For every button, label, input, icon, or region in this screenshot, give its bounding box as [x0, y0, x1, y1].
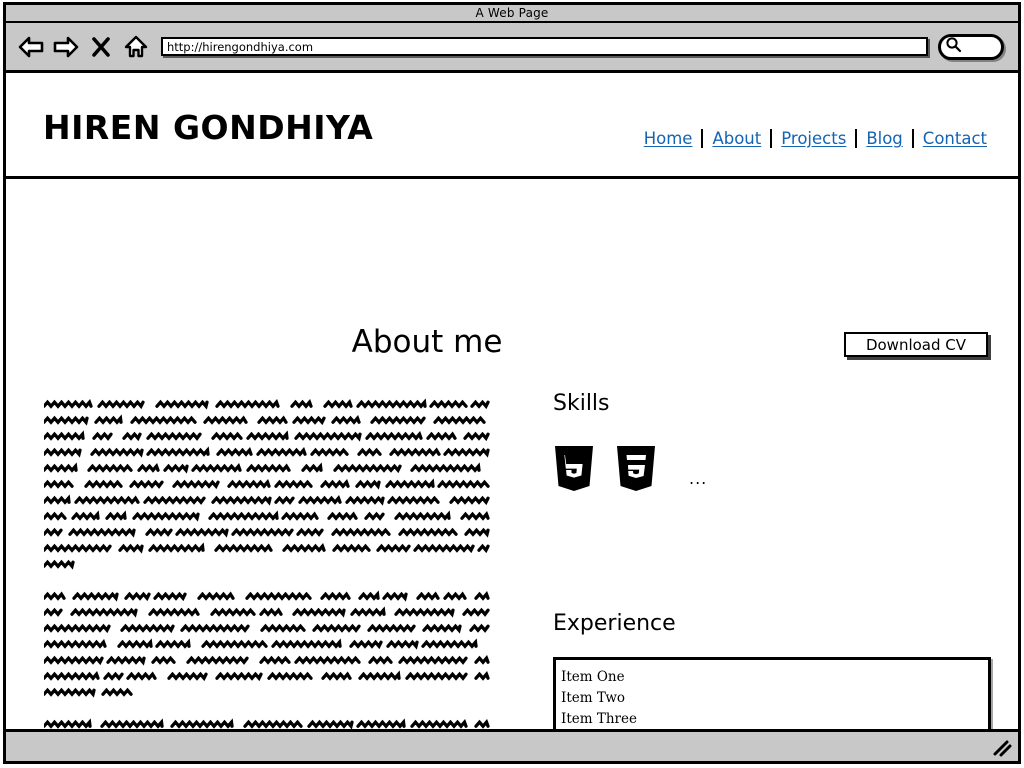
browser-nav-icons: [18, 34, 149, 60]
skills-icon-row: ...: [553, 444, 707, 492]
bio-text-line: [44, 477, 490, 490]
bio-text-line: [44, 685, 490, 698]
about-heading-text: About me: [351, 324, 503, 360]
screenshot-root: A Web Page http://hirengondhiya.com HIRE…: [0, 0, 1024, 768]
bio-text-line: [44, 445, 490, 458]
forward-arrow-icon[interactable]: [53, 34, 79, 60]
main-navigation: Home About Projects Blog Contact: [635, 129, 996, 148]
browser-toolbar: http://hirengondhiya.com: [6, 23, 1018, 73]
nav-link-about[interactable]: About: [703, 129, 770, 148]
url-text: http://hirengondhiya.com: [167, 39, 314, 54]
bio-text-line: [44, 557, 490, 570]
bio-text-line: [44, 525, 490, 538]
search-input[interactable]: [938, 33, 1004, 60]
close-x-icon[interactable]: [88, 34, 114, 60]
nav-link-home[interactable]: Home: [635, 129, 702, 148]
bio-paragraph: [44, 589, 490, 698]
html5-logo-icon: [553, 444, 595, 492]
bio-paragraph: [44, 397, 490, 570]
nav-link-blog[interactable]: Blog: [857, 129, 911, 148]
bio-text-line: [44, 397, 490, 410]
page-content: About me Download CV Skills ... Experien…: [6, 179, 1018, 730]
page-title: HIREN GONDHIYA: [43, 108, 374, 147]
resize-grip-icon[interactable]: [992, 739, 1012, 757]
search-icon: [945, 36, 962, 57]
bio-text-line: [44, 589, 490, 602]
page-viewport: HIREN GONDHIYA Home About Projects Blog …: [6, 76, 1018, 730]
experience-section: Experience Item One Item Two Item Three: [553, 611, 991, 730]
bio-text-line: [44, 653, 490, 666]
bio-text-line: [44, 541, 490, 554]
skills-heading: Skills: [553, 391, 610, 416]
browser-statusbar: [6, 729, 1018, 761]
bio-text-line: [44, 637, 490, 650]
experience-heading: Experience: [553, 611, 676, 636]
bio-text-line: [44, 509, 490, 522]
bio-text-line: [44, 413, 490, 426]
bio-text-line: [44, 669, 490, 682]
url-bar[interactable]: http://hirengondhiya.com: [161, 37, 928, 56]
bio-text-line: [44, 493, 490, 506]
skills-section: Skills ...: [553, 391, 707, 492]
browser-window: A Web Page http://hirengondhiya.com HIRE…: [3, 2, 1021, 764]
css3-logo-icon: [615, 444, 657, 492]
bio-text-line: [44, 461, 490, 474]
browser-titlebar: A Web Page: [6, 5, 1018, 23]
experience-list[interactable]: Item One Item Two Item Three: [553, 657, 991, 730]
bio-text-line: [44, 621, 490, 634]
list-item[interactable]: Item Two: [561, 688, 988, 709]
site-header: HIREN GONDHIYA Home About Projects Blog …: [6, 76, 1018, 179]
bio-text-line: [44, 429, 490, 442]
skills-more-label: ...: [689, 469, 708, 488]
download-cv-button[interactable]: Download CV: [844, 332, 988, 357]
nav-link-projects[interactable]: Projects: [772, 129, 855, 148]
nav-link-contact[interactable]: Contact: [914, 129, 996, 148]
list-item[interactable]: Item One: [561, 667, 988, 688]
bio-text-line: [44, 605, 490, 618]
back-arrow-icon[interactable]: [18, 34, 44, 60]
home-icon[interactable]: [123, 34, 149, 60]
window-title: A Web Page: [475, 6, 549, 20]
bio-text-column: [44, 397, 490, 730]
list-item[interactable]: Item Three: [561, 709, 988, 730]
